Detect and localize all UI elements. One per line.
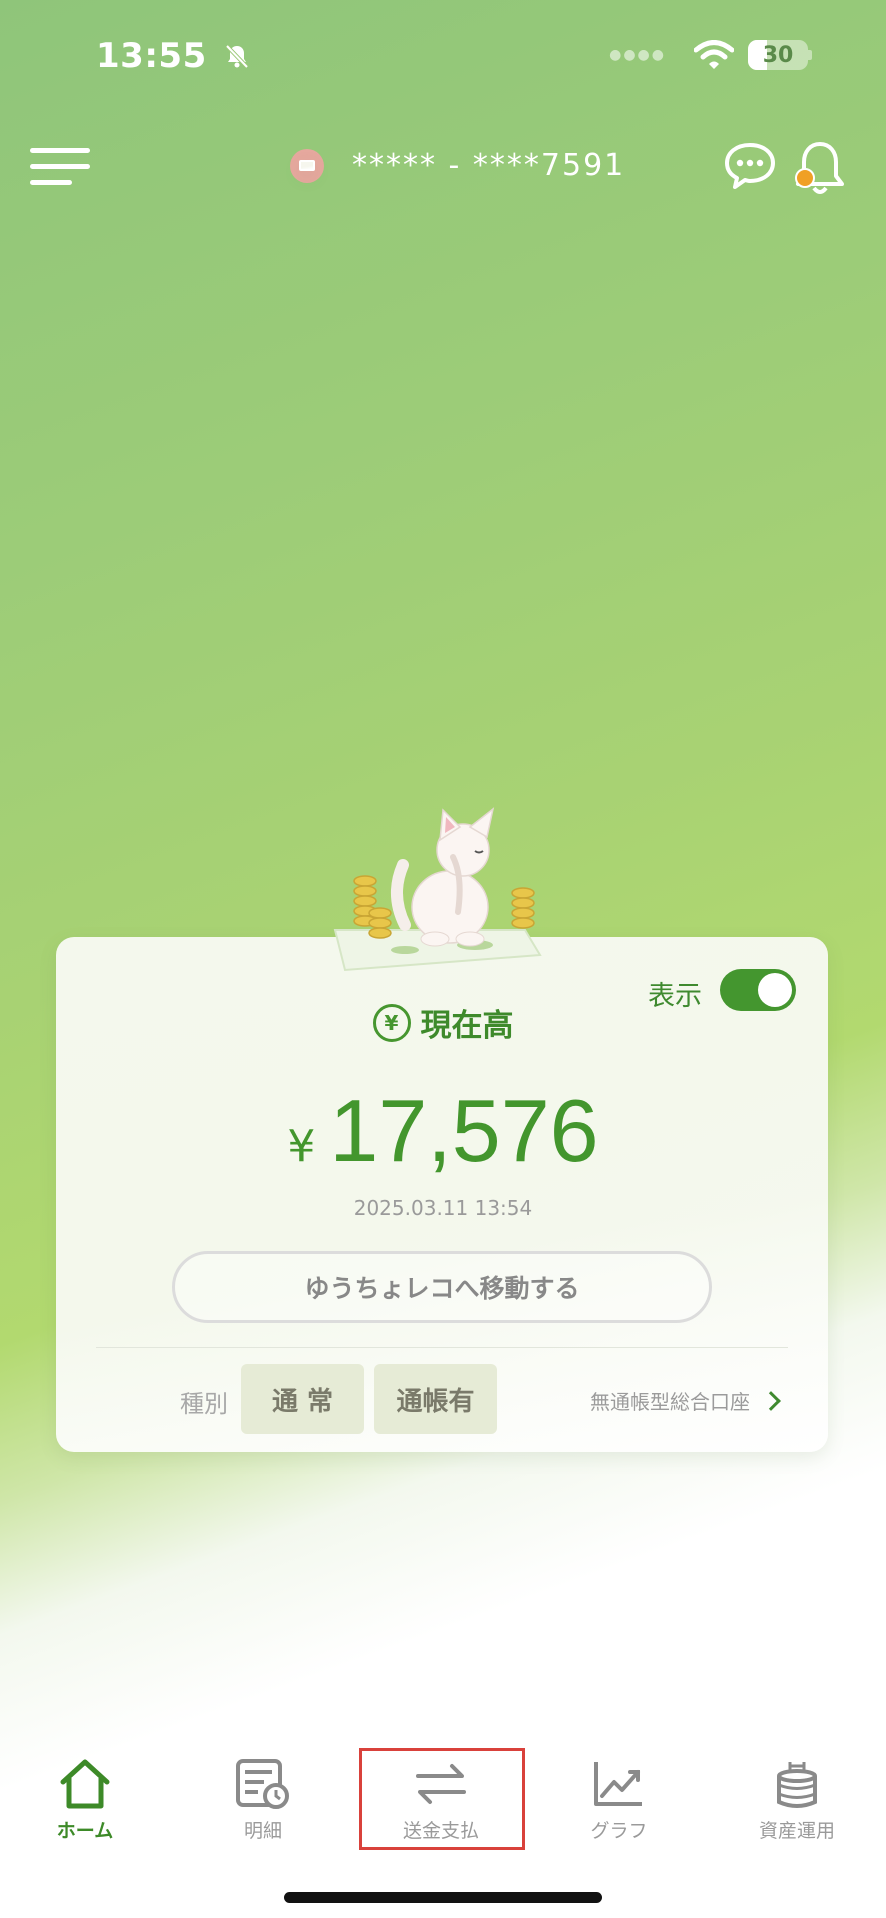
amount-value: 17,576 — [329, 1081, 599, 1180]
cellular-signal-icon: ●●●● — [609, 47, 666, 63]
notification-bell-icon[interactable] — [790, 138, 846, 198]
silent-mode-icon — [225, 44, 249, 69]
account-number: ***** - ****7591 — [352, 148, 626, 183]
nav-statement-label: 明細 — [243, 1820, 282, 1842]
home-indicator[interactable] — [284, 1892, 602, 1903]
card-divider — [96, 1347, 788, 1348]
home-icon — [60, 1759, 110, 1809]
nav-transfer[interactable]: 送金支払 — [366, 1758, 516, 1843]
balance-title: ¥ 現在高 — [0, 1000, 886, 1045]
type-label: 種別 — [180, 1390, 228, 1418]
battery-level: 30 — [762, 42, 794, 68]
wifi-icon — [694, 40, 734, 69]
nav-graph[interactable]: グラフ — [544, 1758, 694, 1843]
status-indicators: ●●●● 30 — [609, 40, 812, 70]
account-type-text: 無通帳型総合口座 — [590, 1390, 750, 1414]
battery-indicator: 30 — [748, 40, 812, 70]
transfer-icon — [416, 1764, 466, 1804]
nav-asset-management[interactable]: 資産運用 — [722, 1758, 872, 1843]
account-selector[interactable]: ***** - ****7591 — [290, 148, 625, 183]
asset-icon — [777, 1762, 817, 1808]
chat-icon[interactable] — [724, 142, 776, 190]
battery-icon: 30 — [748, 40, 808, 70]
statement-icon — [236, 1759, 289, 1809]
currency-symbol: ¥ — [287, 1121, 316, 1172]
cat-illustration — [333, 807, 542, 972]
chevron-right-icon — [761, 1390, 781, 1411]
nav-statement[interactable]: 明細 — [188, 1758, 338, 1843]
graph-icon — [594, 1762, 642, 1806]
move-to-yucho-reco-button[interactable]: ゆうちょレコへ移動する — [172, 1251, 712, 1323]
status-time: 13:55 — [96, 36, 251, 76]
balance-amount: ¥ 17,576 — [0, 1080, 886, 1182]
balance-timestamp: 2025.03.11 13:54 — [353, 1196, 533, 1220]
account-type-link[interactable]: 無通帳型総合口座 — [590, 1386, 781, 1415]
balance-title-text: 現在高 — [420, 1008, 514, 1044]
status-time-text: 13:55 — [96, 36, 207, 76]
nav-transfer-label: 送金支払 — [402, 1820, 479, 1842]
nav-home[interactable]: ホーム — [10, 1758, 160, 1843]
menu-button[interactable] — [30, 148, 90, 192]
nav-home-label: ホーム — [56, 1820, 114, 1842]
nav-graph-label: グラフ — [590, 1820, 648, 1842]
account-card-icon — [290, 148, 324, 183]
nav-asset-label: 資産運用 — [758, 1820, 835, 1842]
type-badge-passbook: 通帳有 — [374, 1364, 497, 1434]
type-badge-normal: 通 常 — [241, 1364, 364, 1434]
yen-icon: ¥ — [372, 1003, 411, 1042]
